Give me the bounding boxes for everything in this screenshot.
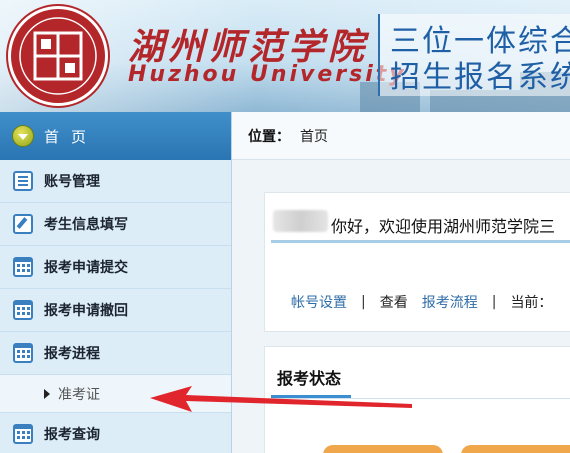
sidebar-item-label: 报考申请撤回 [44, 303, 128, 319]
welcome-divider [271, 240, 570, 243]
sidebar-item-label: 报考查询 [44, 427, 100, 443]
blurred-username [273, 210, 328, 232]
university-name-en: Huzhou University [128, 62, 407, 87]
account-settings-link[interactable]: 帐号设置 [291, 292, 347, 312]
breadcrumb-label: 位置： [248, 128, 290, 145]
sidebar-home-label: 首页 [44, 127, 99, 146]
calendar-icon [13, 343, 33, 363]
university-logo [8, 6, 108, 106]
sidebar-item-home[interactable]: 首页 [0, 112, 231, 160]
view-label: 查看 [379, 295, 408, 311]
calendar-icon [13, 300, 33, 320]
calendar-icon [13, 424, 33, 444]
list-icon [13, 171, 33, 191]
sidebar-item-application-progress[interactable]: 报考进程 [0, 332, 231, 375]
breadcrumb-current[interactable]: 首页 [300, 126, 328, 146]
sidebar-item-label: 考生信息填写 [44, 217, 128, 233]
red-arrow-annotation [150, 386, 412, 412]
edit-icon [13, 214, 33, 234]
status-step-button[interactable] [461, 445, 570, 453]
application-process-link[interactable]: 报考流程 [422, 292, 478, 312]
sidebar-item-label: 报考申请提交 [44, 260, 128, 276]
welcome-panel: 你好，欢迎使用湖州师范学院三 帐号设置 | 查看 报考流程 | 当前： [264, 192, 570, 332]
link-separator: | [361, 294, 366, 310]
calendar-icon [13, 257, 33, 277]
sidebar-item-submit-application[interactable]: 报考申请提交 [0, 246, 231, 289]
status-step-button[interactable] [323, 445, 443, 453]
sidebar-item-label: 报考进程 [44, 346, 100, 362]
welcome-message: 你好，欢迎使用湖州师范学院三 [331, 217, 556, 236]
sidebar-item-account[interactable]: 账号管理 [0, 160, 231, 203]
header-banner: 湖州师范学院 Huzhou University 三位一体综合 招生报名系统 [0, 0, 570, 112]
sidebar-subitem-label: 准考证 [58, 386, 100, 403]
sidebar-item-application-query[interactable]: 报考查询 [0, 413, 231, 453]
sidebar-item-withdraw-application[interactable]: 报考申请撤回 [0, 289, 231, 332]
current-status-label: 当前： [510, 295, 553, 311]
system-title-line2: 招生报名系统 [390, 60, 570, 95]
breadcrumb: 位置： 首页 [232, 112, 570, 160]
caret-right-icon [44, 388, 50, 399]
sidebar-item-label: 账号管理 [44, 174, 100, 190]
logo-seal-icon [19, 17, 97, 95]
sidebar-item-candidate-info[interactable]: 考生信息填写 [0, 203, 231, 246]
chevron-down-circle-icon [12, 125, 34, 147]
link-separator: | [491, 294, 497, 310]
quick-links: 帐号设置 | 查看 报考流程 | 当前： [291, 292, 552, 312]
